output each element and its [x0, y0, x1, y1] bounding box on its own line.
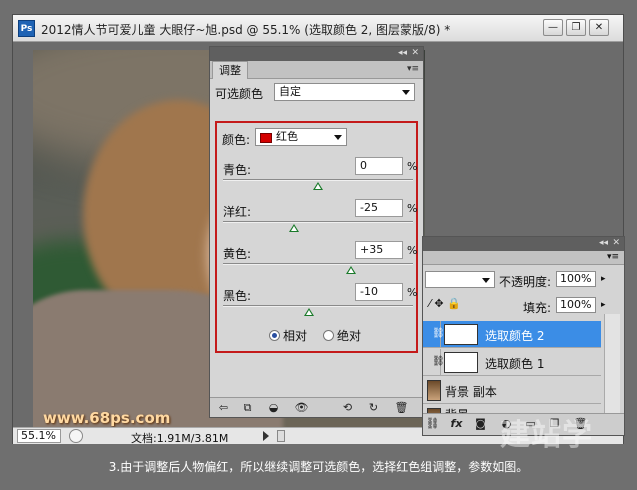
- colors-label: 颜色:: [222, 133, 251, 147]
- radio-selected-icon: [269, 330, 280, 341]
- cyan-slider-track[interactable]: [223, 179, 413, 181]
- adjustments-panel-header[interactable]: ◂◂ ✕: [210, 47, 423, 61]
- layer-name[interactable]: 背景 副本: [445, 383, 497, 400]
- chevron-down-icon: [334, 135, 342, 140]
- magenta-label: 洋红:: [223, 205, 252, 219]
- fill-arrow-icon[interactable]: ▸: [601, 300, 606, 310]
- layer-row[interactable]: 背景 副本: [423, 377, 601, 404]
- opacity-label: 不透明度:: [499, 275, 552, 289]
- add-mask-icon[interactable]: ◙: [473, 416, 488, 431]
- method-absolute-label: 绝对: [337, 329, 362, 343]
- layer-row[interactable]: ⛓ 选取颜色 2: [423, 321, 601, 348]
- lock-icons[interactable]: ⁄ ✥ 🔒: [429, 297, 461, 310]
- layers-tab-row: ▾≡: [423, 251, 624, 265]
- clip-layer-icon[interactable]: ◒: [266, 400, 281, 415]
- colors-value: 红色: [276, 130, 298, 143]
- layers-scrollbar[interactable]: [604, 314, 620, 414]
- magenta-slider-track[interactable]: [223, 221, 413, 223]
- yellow-slider-thumb[interactable]: [346, 266, 357, 274]
- black-unit: %: [407, 286, 418, 299]
- visibility-eye-icon[interactable]: 👁: [294, 400, 309, 415]
- magenta-slider-thumb[interactable]: [289, 224, 300, 232]
- document-size: 文档:1.91M/3.81M: [131, 432, 229, 445]
- previous-state-icon[interactable]: ⟲: [340, 400, 355, 415]
- yellow-input[interactable]: +35: [355, 241, 403, 259]
- yellow-unit: %: [407, 244, 418, 257]
- tutorial-caption: 3.由于调整后人物偏红，所以继续调整可选颜色，选择红色组调整，参数如图。: [108, 460, 529, 474]
- slider-row-black: 黑色: -10 %: [217, 283, 418, 327]
- black-label: 黑色:: [223, 289, 252, 303]
- link-chain-icon: ⛓: [432, 328, 445, 339]
- status-menu-arrow-icon[interactable]: [263, 431, 269, 441]
- layer-style-icon[interactable]: fx: [449, 416, 464, 431]
- tab-adjustments[interactable]: 调整: [212, 61, 248, 79]
- opacity-arrow-icon[interactable]: ▸: [601, 274, 606, 284]
- adjustments-tab-row: 调整 ▾≡: [210, 61, 423, 79]
- panel-close-icon[interactable]: ✕: [411, 48, 419, 58]
- link-chain-icon: ⛓: [432, 356, 445, 367]
- cyan-label: 青色:: [223, 163, 252, 177]
- cyan-slider-thumb[interactable]: [313, 182, 323, 190]
- navigator-icon[interactable]: [69, 429, 83, 443]
- preset-value: 自定: [279, 85, 301, 98]
- slider-row-cyan: 青色: 0 %: [217, 157, 418, 201]
- layers-panel-header[interactable]: ◂◂ ✕: [423, 237, 624, 251]
- restore-button[interactable]: ❐: [566, 19, 586, 36]
- magenta-unit: %: [407, 202, 418, 215]
- layer-name[interactable]: 选取颜色 1: [485, 355, 544, 372]
- blend-mode-dropdown[interactable]: [425, 271, 495, 288]
- collapse-icon[interactable]: ◂◂: [398, 48, 407, 58]
- photo-watermark: www.68ps.com: [43, 409, 171, 427]
- panel-menu-icon[interactable]: ▾≡: [607, 252, 619, 262]
- panel-menu-icon[interactable]: ▾≡: [407, 64, 419, 74]
- close-button[interactable]: ✕: [589, 19, 609, 36]
- expand-view-icon[interactable]: ⧉: [240, 400, 255, 415]
- layer-image-thumbnail[interactable]: [427, 380, 441, 401]
- layer-mask-thumbnail[interactable]: [444, 352, 478, 373]
- back-arrow-icon[interactable]: ⇦: [216, 400, 231, 415]
- method-relative-label: 相对: [283, 329, 308, 343]
- black-input[interactable]: -10: [355, 283, 403, 301]
- colors-dropdown[interactable]: 红色: [255, 128, 347, 146]
- link-layers-icon[interactable]: ⛓: [425, 416, 440, 431]
- fill-field[interactable]: 100%: [556, 297, 596, 313]
- black-slider-thumb[interactable]: [303, 308, 314, 316]
- adjustments-toolbar: ⇦ ⧉ ◒ 👁 ⟲ ↻ 🗑: [210, 397, 423, 417]
- slider-row-yellow: 黄色: +35 %: [217, 241, 418, 285]
- collapse-icon[interactable]: ◂◂: [599, 238, 608, 248]
- zoom-field[interactable]: 55.1%: [17, 429, 61, 443]
- method-relative-option[interactable]: 相对: [269, 327, 307, 343]
- method-absolute-option[interactable]: 绝对: [323, 327, 361, 343]
- slider-row-magenta: 洋红: -25 %: [217, 199, 418, 243]
- yellow-slider-track[interactable]: [223, 263, 413, 265]
- fill-label: 填充:: [523, 301, 552, 315]
- reset-icon[interactable]: ↻: [366, 400, 381, 415]
- preset-dropdown[interactable]: 自定: [274, 83, 415, 101]
- panel-close-icon[interactable]: ✕: [612, 238, 620, 248]
- layer-mask-thumbnail[interactable]: [444, 324, 478, 345]
- site-watermark: 建站学: [500, 418, 593, 453]
- chevron-down-icon: [482, 278, 490, 283]
- highlight-frame: 颜色: 红色 青色: 0 % 洋红: -25 % 黄色: +35 % 黑色: -…: [215, 121, 418, 353]
- scroll-left-button[interactable]: [277, 430, 285, 442]
- cyan-unit: %: [407, 160, 418, 173]
- yellow-label: 黄色:: [223, 247, 252, 261]
- adjustments-panel: ◂◂ ✕ 调整 ▾≡ 可选颜色 自定 颜色: 红色 青色: 0 % 洋红: -2…: [209, 46, 424, 418]
- preset-label: 可选颜色: [215, 87, 264, 101]
- layer-name[interactable]: 选取颜色 2: [485, 327, 544, 344]
- trash-icon[interactable]: 🗑: [394, 400, 409, 415]
- document-titlebar[interactable]: Ps 2012情人节可爱儿童 大眼仔~旭.psd @ 55.1% (选取颜色 2…: [13, 15, 623, 42]
- minimize-button[interactable]: —: [543, 19, 563, 36]
- opacity-field[interactable]: 100%: [556, 271, 596, 287]
- chevron-down-icon: [402, 90, 410, 95]
- layers-panel: ◂◂ ✕ ▾≡ 不透明度: 100% ▸ ⁄ ✥ 🔒 填充: 100% ▸ ⛓ …: [422, 236, 625, 436]
- radio-unselected-icon: [323, 330, 334, 341]
- black-slider-track[interactable]: [223, 305, 413, 307]
- document-title: 2012情人节可爱儿童 大眼仔~旭.psd @ 55.1% (选取颜色 2, 图…: [41, 23, 451, 37]
- cyan-input[interactable]: 0: [355, 157, 403, 175]
- photoshop-logo: Ps: [18, 20, 35, 37]
- red-swatch-icon: [260, 133, 272, 143]
- layer-row[interactable]: ⛓ 选取颜色 1: [423, 349, 601, 376]
- magenta-input[interactable]: -25: [355, 199, 403, 217]
